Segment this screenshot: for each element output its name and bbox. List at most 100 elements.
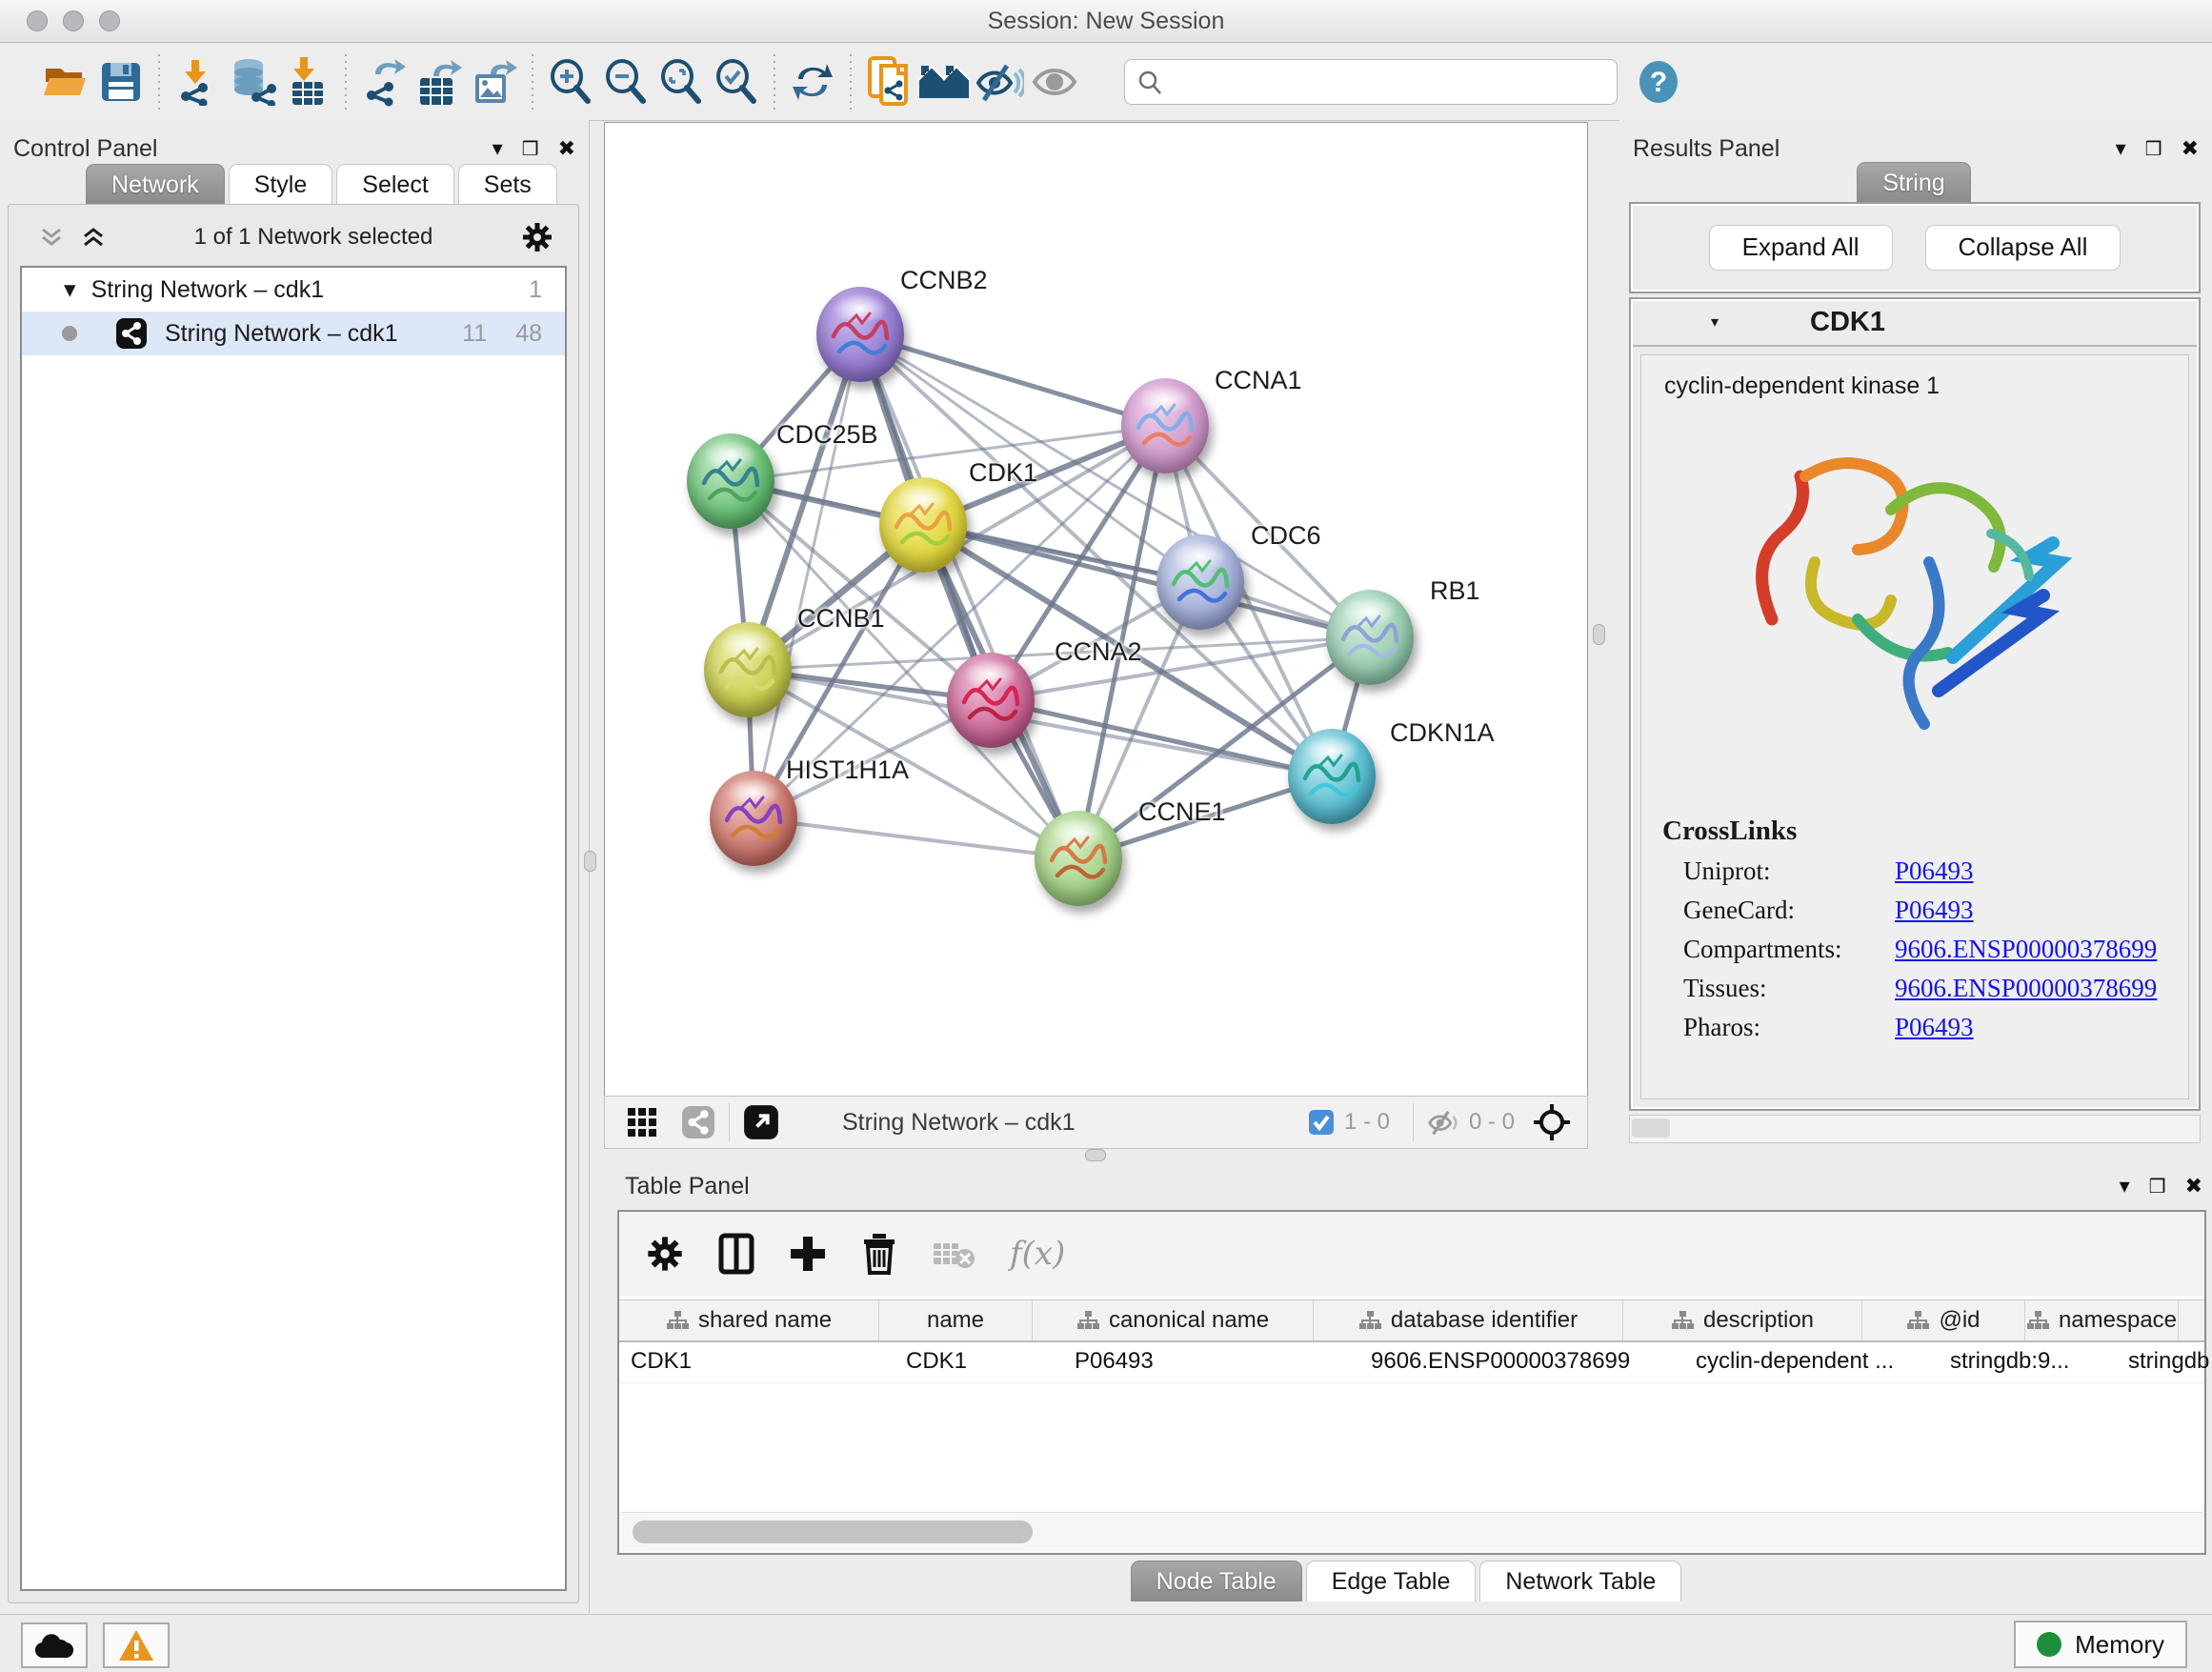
tab-string[interactable]: String: [1857, 162, 1970, 203]
crosslink-pharos-link[interactable]: P06493: [1895, 1013, 1974, 1042]
show-columns-icon[interactable]: [718, 1233, 754, 1275]
panel-menu-icon[interactable]: ▾: [493, 136, 503, 161]
zoom-selected-button[interactable]: [709, 55, 764, 109]
delete-column-trash-icon[interactable]: [861, 1233, 897, 1275]
memory-button[interactable]: Memory: [2014, 1621, 2187, 1668]
node-HIST1H1A[interactable]: [710, 771, 797, 866]
network-view-share-icon[interactable]: [681, 1105, 715, 1139]
node-CCNE1[interactable]: [1035, 811, 1122, 906]
node-RB1[interactable]: [1326, 590, 1414, 685]
zoom-in-button[interactable]: [543, 55, 598, 109]
panel-menu-icon[interactable]: ▾: [2120, 1174, 2130, 1199]
tab-select[interactable]: Select: [336, 164, 453, 205]
help-button[interactable]: ?: [1631, 55, 1686, 109]
network-collection-row[interactable]: ▾ String Network – cdk1 1: [22, 268, 565, 312]
edge-CCNA2-CDKN1A[interactable]: [991, 700, 1332, 776]
tab-style[interactable]: Style: [229, 164, 333, 205]
show-all-button[interactable]: [1027, 55, 1082, 109]
cell-shared-name[interactable]: CDK1: [619, 1342, 895, 1382]
selected-checkbox-icon[interactable]: [1308, 1109, 1335, 1136]
column-header-name[interactable]: name: [879, 1300, 1033, 1340]
crosslink-genecard-link[interactable]: P06493: [1895, 896, 1974, 925]
import-network-file-button[interactable]: [170, 55, 225, 109]
search-input[interactable]: [1163, 68, 1577, 96]
network-canvas[interactable]: CCNB2CCNA1CDC25BCDK1CDC6RB1CCNB1CCNA2CDK…: [605, 123, 1587, 1097]
node-CCNB2[interactable]: [816, 287, 904, 382]
hidden-eye-slash-icon[interactable]: [1427, 1109, 1459, 1136]
panel-float-icon[interactable]: ❒: [2149, 1175, 2166, 1199]
import-table-button[interactable]: [280, 55, 335, 109]
left-splitter-handle[interactable]: [584, 851, 596, 872]
collapse-all-trees-icon[interactable]: [39, 226, 64, 249]
horizontal-splitter[interactable]: [604, 1148, 1586, 1161]
scrollbar-thumb[interactable]: [633, 1521, 1033, 1543]
node-CDKN1A[interactable]: [1288, 729, 1376, 824]
create-column-plus-icon[interactable]: [789, 1235, 827, 1273]
node-CCNB1[interactable]: [704, 622, 792, 717]
panel-close-icon[interactable]: ✖: [2185, 1174, 2202, 1199]
grid-view-icon[interactable]: [626, 1106, 658, 1138]
search-box[interactable]: [1124, 59, 1618, 105]
first-neighbors-button[interactable]: [916, 55, 972, 109]
cloud-status-button[interactable]: [21, 1622, 88, 1668]
cell-id[interactable]: stringdb:9...: [1939, 1342, 2117, 1382]
collapse-all-button[interactable]: Collapse All: [1925, 225, 2122, 271]
panel-close-icon[interactable]: ✖: [2182, 136, 2199, 161]
table-hscrollbar[interactable]: [621, 1512, 2202, 1551]
zoom-fit-button[interactable]: [654, 55, 709, 109]
column-header-id[interactable]: @id: [1862, 1300, 2025, 1340]
panel-float-icon[interactable]: ❒: [522, 137, 539, 161]
network-view-panel[interactable]: CCNB2CCNA1CDC25BCDK1CDC6RB1CCNB1CCNA2CDK…: [604, 122, 1588, 1098]
minimize-window-icon[interactable]: [63, 10, 84, 31]
node-CDC6[interactable]: [1156, 534, 1244, 630]
column-header-description[interactable]: description: [1623, 1300, 1862, 1340]
column-header-canonical-name[interactable]: canonical name: [1033, 1300, 1314, 1340]
tab-network-table[interactable]: Network Table: [1479, 1561, 1681, 1601]
tab-edge-table[interactable]: Edge Table: [1306, 1561, 1477, 1601]
panel-menu-icon[interactable]: ▾: [2116, 136, 2126, 161]
duplicate-network-button[interactable]: [861, 55, 916, 109]
column-header-namespace[interactable]: namespace: [2025, 1300, 2179, 1340]
table-row[interactable]: CDK1CDK1P064939606.ENSP00000378699cyclin…: [619, 1342, 2204, 1383]
section-collapse-icon[interactable]: ▾: [1711, 312, 1719, 332]
network-options-gear-icon[interactable]: [521, 221, 553, 253]
detach-view-icon[interactable]: [743, 1104, 779, 1140]
network-row[interactable]: String Network – cdk1 11 48: [22, 312, 565, 355]
column-header-database-identifier[interactable]: database identifier: [1314, 1300, 1623, 1340]
import-network-database-button[interactable]: [225, 55, 280, 109]
results-scrollbar[interactable]: [1629, 1115, 2201, 1143]
node-CCNA2[interactable]: [947, 653, 1035, 748]
open-session-button[interactable]: [38, 55, 93, 109]
tree-expand-icon[interactable]: ▾: [64, 275, 76, 304]
panel-float-icon[interactable]: ❒: [2145, 137, 2162, 161]
export-network-button[interactable]: [356, 55, 412, 109]
node-CCNA1[interactable]: [1121, 378, 1209, 473]
tab-network[interactable]: Network: [86, 164, 225, 205]
expand-all-trees-icon[interactable]: [81, 226, 106, 249]
edge-CCNB2-CCNA1[interactable]: [860, 334, 1165, 426]
node-CDC25B[interactable]: [687, 433, 774, 529]
tab-node-table[interactable]: Node Table: [1131, 1561, 1302, 1601]
hide-selected-button[interactable]: [972, 55, 1027, 109]
birdseye-crosshair-icon[interactable]: [1532, 1102, 1572, 1142]
right-splitter-handle[interactable]: [1593, 624, 1605, 645]
export-image-button[interactable]: [467, 55, 522, 109]
cell-canonical-name[interactable]: P06493: [1063, 1342, 1359, 1382]
table-options-gear-icon[interactable]: [646, 1235, 684, 1273]
cell-database-identifier[interactable]: 9606.ENSP00000378699: [1359, 1342, 1684, 1382]
maximize-window-icon[interactable]: [99, 10, 120, 31]
save-session-button[interactable]: [93, 55, 149, 109]
cell-name[interactable]: CDK1: [895, 1342, 1063, 1382]
tab-sets[interactable]: Sets: [458, 164, 557, 205]
zoom-out-button[interactable]: [598, 55, 654, 109]
edge-HIST1H1A-CCNE1[interactable]: [754, 818, 1078, 858]
apply-layout-button[interactable]: [785, 55, 840, 109]
expand-all-button[interactable]: Expand All: [1709, 225, 1893, 271]
crosslink-tissues-link[interactable]: 9606.ENSP00000378699: [1895, 974, 2157, 1003]
panel-close-icon[interactable]: ✖: [558, 136, 575, 161]
warnings-button[interactable]: [103, 1622, 170, 1668]
gene-section-header[interactable]: ▾ CDK1: [1631, 299, 2199, 347]
column-header-shared-name[interactable]: shared name: [619, 1300, 879, 1340]
cell-namespace[interactable]: stringdb: [2117, 1342, 2212, 1382]
node-CDK1[interactable]: [879, 477, 967, 573]
